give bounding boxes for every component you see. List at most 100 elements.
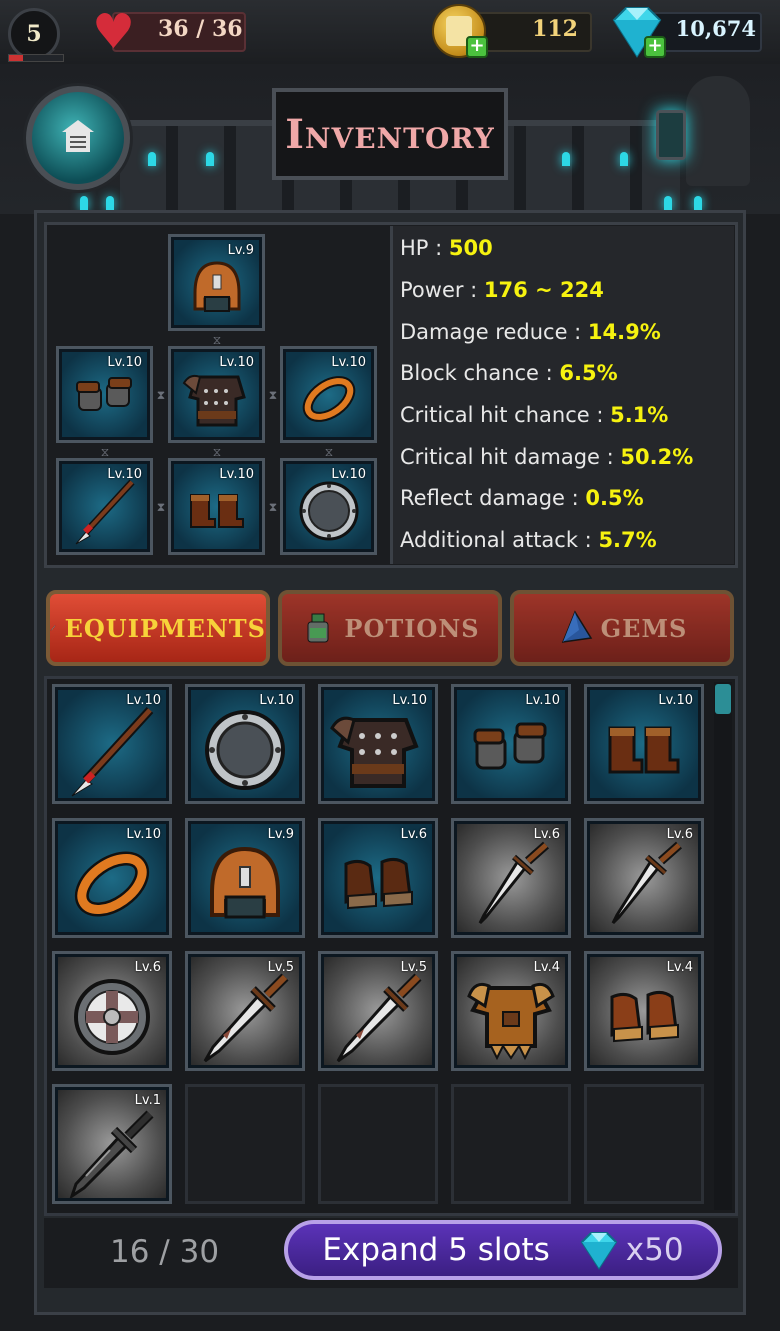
spear-icon [71, 706, 154, 797]
window-light [664, 196, 672, 210]
stat-label: Damage reduce : [400, 320, 588, 344]
helmet-icon [193, 261, 240, 313]
window-light [206, 152, 214, 166]
inventory-slot[interactable]: Lv.10 [584, 684, 704, 804]
ring-icon [74, 851, 150, 917]
diamond-icon [580, 1232, 618, 1270]
inventory-slot-empty[interactable] [584, 1084, 704, 1204]
chain-connector: ⧖ [100, 445, 110, 459]
sword-icon [203, 973, 289, 1062]
chain-connector: ⧗ [268, 388, 278, 402]
expand-label: Expand 5 slots [322, 1232, 550, 1268]
home-button[interactable] [26, 86, 130, 190]
reaper-decoration [686, 76, 750, 186]
title-plate: Inventory [272, 88, 508, 180]
stat-damage-reduce: Damage reduce : 14.9% [400, 320, 661, 350]
scrollbar[interactable] [714, 682, 732, 1210]
window-light [148, 152, 156, 166]
inventory-slot[interactable]: Lv.10 [451, 684, 571, 804]
tab-label: GEMS [600, 613, 688, 643]
inventory-slot[interactable]: Lv.6 [52, 951, 172, 1071]
inventory-slot[interactable]: Lv.10 [185, 684, 305, 804]
stat-value: 176 ~ 224 [483, 278, 604, 302]
equipped-slot-gloves[interactable]: Lv.10 [56, 346, 153, 443]
inventory-slot[interactable]: Lv.1 [52, 1084, 172, 1204]
stat-label: Block chance : [400, 361, 560, 385]
inventory-slot[interactable]: Lv.5 [185, 951, 305, 1071]
stat-label: HP : [400, 236, 449, 260]
chain-connector: ⧗ [156, 500, 166, 514]
boots-icon [610, 990, 679, 1042]
item-level: Lv.6 [134, 960, 161, 975]
boots-icon [189, 494, 244, 529]
boots-icon [344, 857, 413, 909]
inventory-slot[interactable]: Lv.10 [52, 818, 172, 938]
stat-value: 500 [448, 236, 493, 260]
dagger-icon [478, 841, 549, 924]
item-level: Lv.10 [525, 693, 560, 708]
equipped-slot-shield[interactable]: Lv.10 [280, 458, 377, 555]
item-level: Lv.10 [126, 827, 161, 842]
home-icon [62, 120, 94, 152]
ring-icon [302, 376, 355, 422]
stat-label: Critical hit damage : [400, 445, 621, 469]
player-level-badge: 5 [8, 8, 60, 60]
equipped-slot-boots[interactable]: Lv.10 [168, 458, 265, 555]
equipped-slot-armor[interactable]: Lv.10 [168, 346, 265, 443]
inventory-slot[interactable]: Lv.4 [451, 951, 571, 1071]
inventory-slot[interactable]: Lv.6 [451, 818, 571, 938]
window-light [80, 196, 88, 210]
window-light [620, 152, 628, 166]
equipped-slot-helmet[interactable]: Lv.9 [168, 234, 265, 331]
equipped-slot-spear[interactable]: Lv.10 [56, 458, 153, 555]
inventory-slot-empty[interactable] [185, 1084, 305, 1204]
xp-bar-fill [9, 55, 23, 61]
item-level: Lv.10 [331, 355, 366, 370]
window-light [562, 152, 570, 166]
expand-cost: x50 [625, 1232, 684, 1268]
stat-hp: HP : 500 [400, 236, 493, 266]
window-light [106, 196, 114, 210]
inventory-slot[interactable]: Lv.10 [318, 684, 438, 804]
inventory-slot[interactable]: Lv.10 [52, 684, 172, 804]
add-coins-button[interactable]: + [466, 36, 488, 58]
item-level: Lv.10 [219, 467, 254, 482]
spear-icon [75, 479, 135, 545]
sword-icon [336, 973, 422, 1062]
gem-icon [561, 610, 592, 643]
stat-critical-chance: Critical hit chance : 5.1% [400, 403, 668, 433]
stat-additional-attack: Additional attack : 5.7% [400, 528, 657, 558]
gloves-icon [75, 377, 132, 412]
tab-potions[interactable]: POTIONS [278, 590, 502, 666]
leather-armor-icon [467, 982, 555, 1060]
inventory-slot[interactable]: Lv.6 [318, 818, 438, 938]
inventory-slot-empty[interactable] [318, 1084, 438, 1204]
tab-gems[interactable]: GEMS [510, 590, 734, 666]
stat-value: 0.5% [585, 486, 644, 510]
gloves-icon [473, 722, 547, 770]
tab-equipments[interactable]: EQUIPMENTS [46, 590, 270, 666]
stat-critical-damage: Critical hit damage : 50.2% [400, 445, 693, 475]
item-level: Lv.4 [666, 960, 693, 975]
stat-reflect-damage: Reflect damage : 0.5% [400, 486, 644, 516]
round-shield-icon [74, 978, 150, 1055]
player-level: 5 [26, 21, 42, 47]
shield-icon [205, 709, 285, 790]
inventory-slot[interactable]: Lv.6 [584, 818, 704, 938]
equipped-slot-ring[interactable]: Lv.10 [280, 346, 377, 443]
boots-icon [608, 726, 680, 774]
slot-count: 16 / 30 [110, 1234, 220, 1270]
scrollbar-thumb[interactable] [715, 684, 731, 714]
inventory-slot[interactable]: Lv.5 [318, 951, 438, 1071]
inventory-slot-empty[interactable] [451, 1084, 571, 1204]
inventory-slot[interactable]: Lv.9 [185, 818, 305, 938]
item-level: Lv.10 [658, 693, 693, 708]
armor-icon [330, 716, 419, 788]
inventory-slot[interactable]: Lv.4 [584, 951, 704, 1071]
expand-slots-button[interactable]: Expand 5 slots x50 [284, 1220, 722, 1280]
stat-value: 5.1% [610, 403, 669, 427]
stat-power: Power : 176 ~ 224 [400, 278, 604, 308]
hp-value: 36 / 36 [158, 16, 243, 42]
chain-connector: ⧗ [268, 500, 278, 514]
potion-icon [307, 613, 329, 643]
